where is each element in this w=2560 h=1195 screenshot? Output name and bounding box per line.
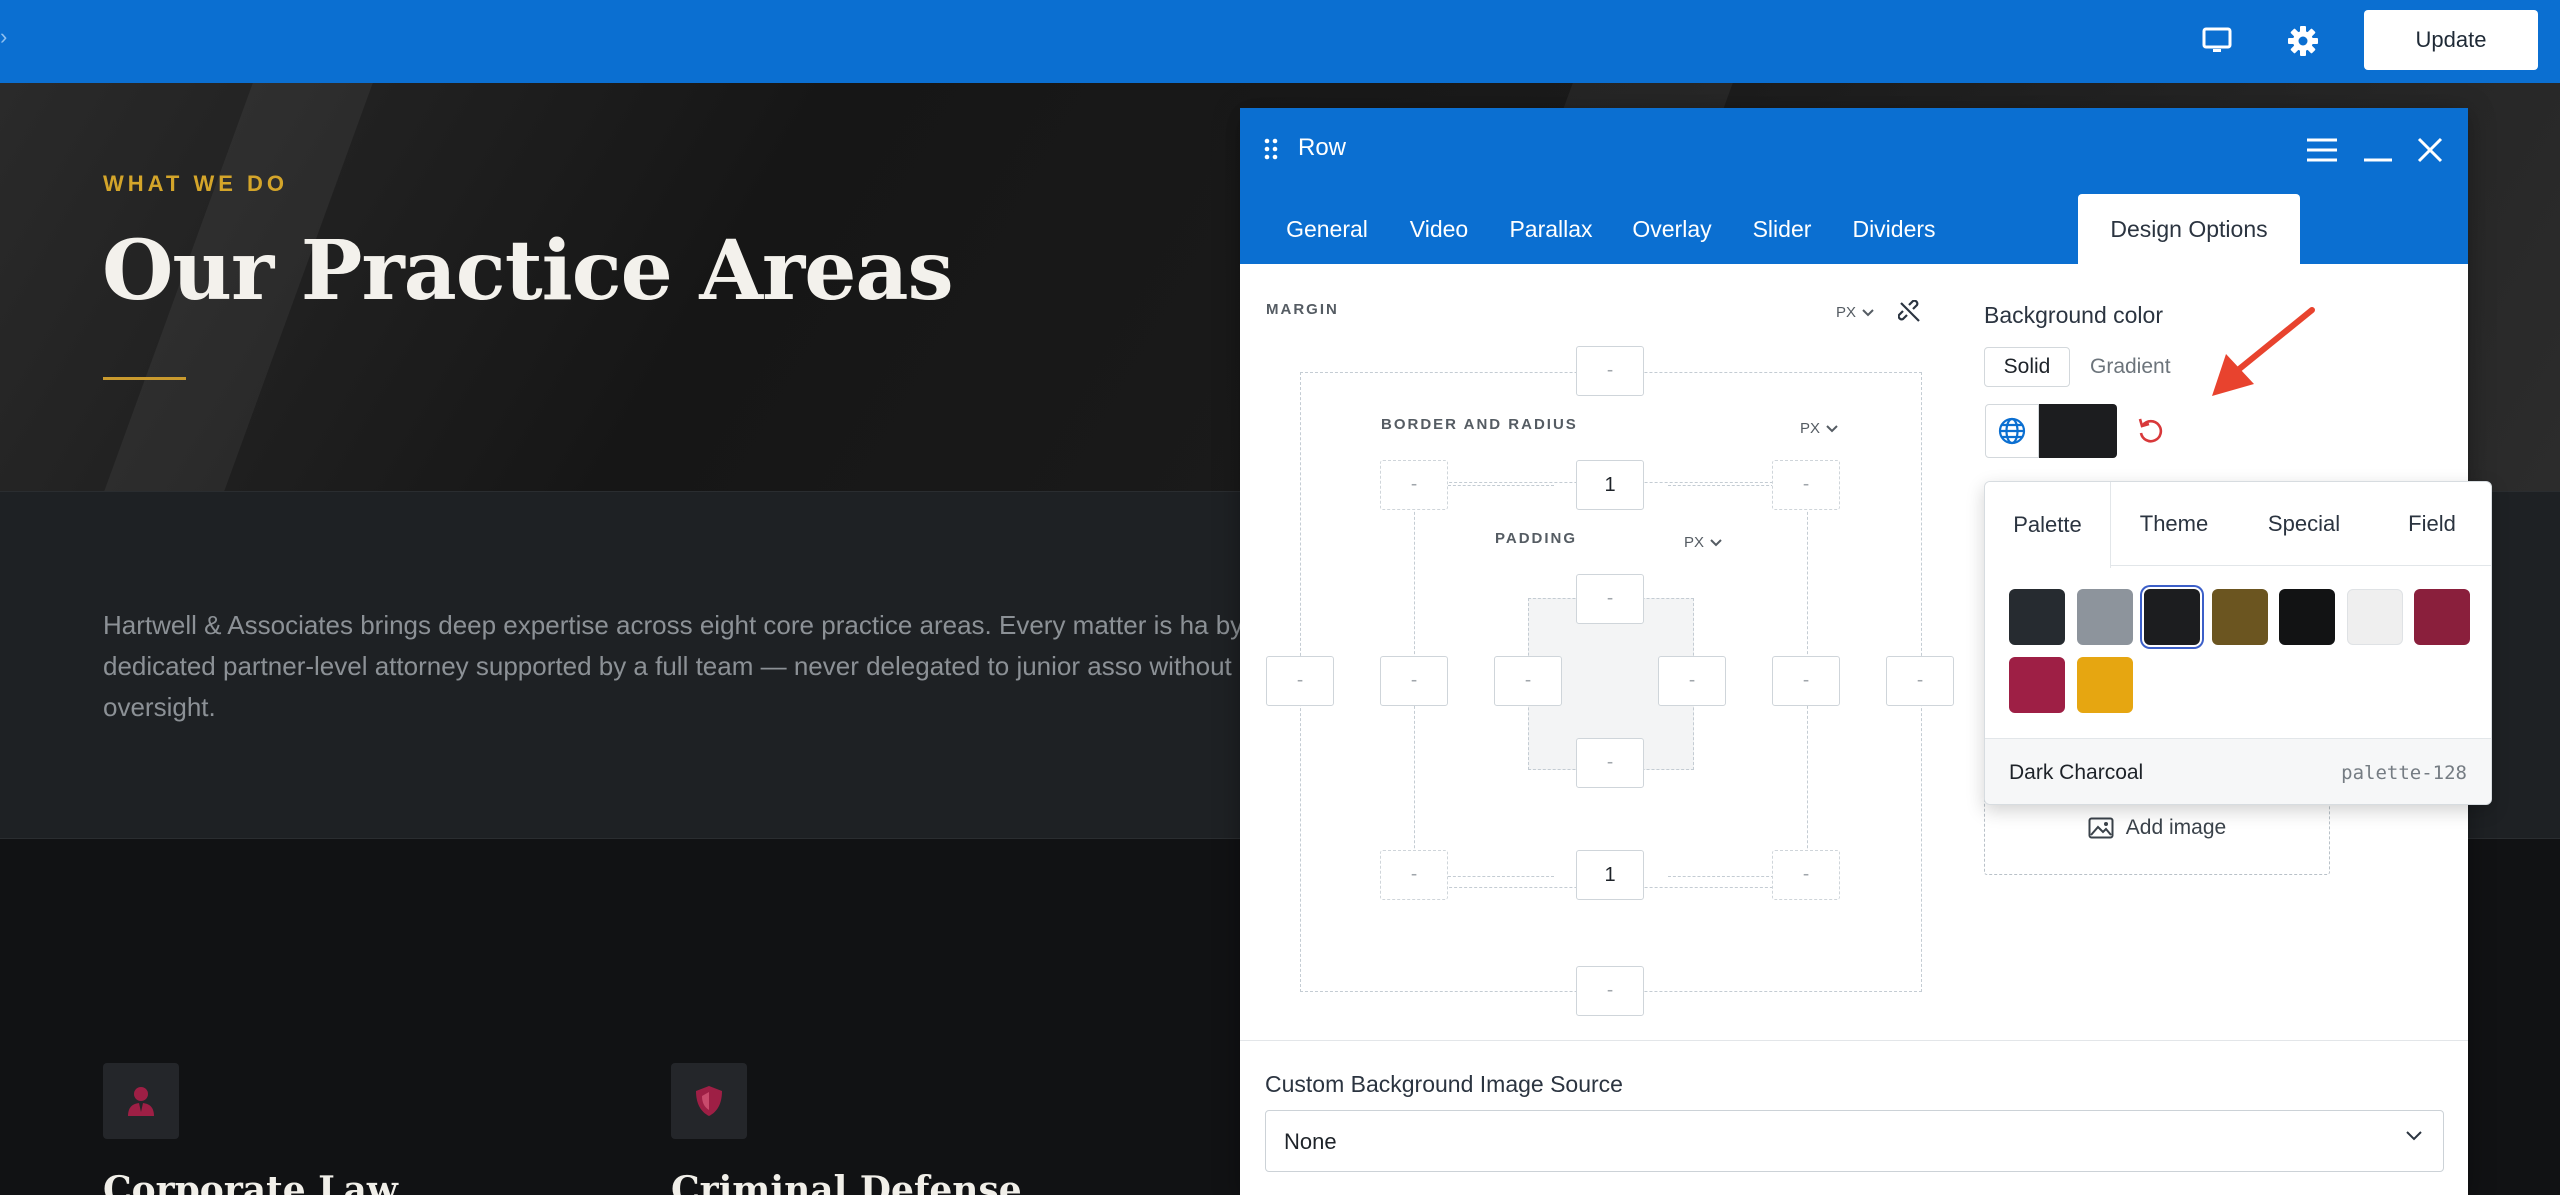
global-color-button[interactable] [1985, 404, 2039, 458]
border-top-input[interactable]: 1 [1576, 460, 1644, 510]
unlink-icon[interactable] [1897, 299, 1922, 329]
tab-theme[interactable]: Theme [2111, 482, 2237, 566]
shield-icon [671, 1063, 747, 1139]
color-swatch[interactable] [2076, 657, 2133, 713]
color-swatch[interactable] [2211, 589, 2268, 645]
padding-unit-select[interactable]: PX [1684, 534, 1722, 551]
radius-top-left-input[interactable]: - [1380, 460, 1448, 510]
color-swatch[interactable] [2144, 589, 2200, 645]
title-underline [103, 377, 186, 380]
desktop-icon[interactable] [2196, 20, 2238, 62]
connector-line [1668, 485, 1774, 486]
tab-dividers[interactable]: Dividers [1838, 194, 1950, 264]
palette-tabs: Palette Theme Special Field [1985, 482, 2491, 568]
margin-bottom-input[interactable]: - [1576, 966, 1644, 1016]
gradient-toggle[interactable]: Gradient [2074, 347, 2187, 387]
padding-top-input[interactable]: - [1576, 574, 1644, 624]
connector-line [1668, 876, 1774, 877]
annotation-arrow-icon [2200, 304, 2320, 409]
divider [1240, 1040, 2468, 1041]
padding-left-input[interactable]: - [1494, 656, 1562, 706]
tab-general[interactable]: General [1268, 194, 1386, 264]
update-button[interactable]: Update [2364, 10, 2538, 70]
margin-left-input[interactable]: - [1266, 656, 1334, 706]
tab-slider[interactable]: Slider [1732, 194, 1832, 264]
section-eyebrow: WHAT WE DO [103, 171, 289, 196]
tab-design-options[interactable]: Design Options [2078, 194, 2300, 264]
tab-parallax[interactable]: Parallax [1492, 194, 1610, 264]
expand-arrow-icon[interactable]: › [0, 24, 7, 50]
padding-right-input[interactable]: - [1658, 656, 1726, 706]
service-title: Criminal Defense [671, 1169, 1022, 1195]
margin-right-input[interactable]: - [1886, 656, 1954, 706]
border-right-input[interactable]: - [1772, 656, 1840, 706]
margin-label: MARGIN [1266, 301, 1339, 318]
connector-line [1448, 876, 1554, 877]
chevron-down-icon [1826, 424, 1838, 432]
color-swatch[interactable] [2009, 589, 2065, 645]
minimize-icon[interactable] [2358, 130, 2398, 170]
color-palette-popover: Palette Theme Special Field Dark Charcoa… [1984, 481, 2492, 805]
select-value: None [1284, 1129, 1337, 1154]
panel-header: Row General Video Parallax Overlay Slide… [1240, 108, 2468, 264]
background-color-label: Background color [1984, 302, 2163, 328]
drag-handle-icon[interactable] [1264, 138, 1278, 165]
border-unit-select[interactable]: PX [1800, 420, 1838, 437]
page-title: Our Practice Areas [102, 223, 954, 319]
color-swatch[interactable] [2346, 589, 2403, 645]
top-toolbar: › Update [0, 0, 2560, 83]
chevron-down-icon [2405, 1129, 2423, 1147]
selected-color-info: Dark Charcoal palette-128 [1985, 738, 2491, 804]
gear-icon[interactable] [2282, 20, 2324, 62]
reset-icon[interactable] [2137, 416, 2165, 451]
custom-bg-source-label: Custom Background Image Source [1265, 1071, 1623, 1097]
unit-value: PX [1800, 420, 1821, 437]
border-left-input[interactable]: - [1380, 656, 1448, 706]
tab-palette[interactable]: Palette [1985, 482, 2111, 568]
menu-icon[interactable] [2302, 130, 2342, 170]
padding-bottom-input[interactable]: - [1576, 738, 1644, 788]
unit-value: PX [1836, 304, 1857, 321]
color-swatch[interactable] [2076, 589, 2133, 645]
service-title: Corporate Law [103, 1169, 398, 1195]
padding-label: PADDING [1495, 530, 1578, 547]
border-bottom-input[interactable]: 1 [1576, 850, 1644, 900]
add-image-label: Add image [2125, 816, 2227, 839]
tab-field[interactable]: Field [2371, 482, 2491, 566]
close-icon[interactable] [2410, 130, 2450, 170]
color-swatch[interactable] [2279, 589, 2335, 645]
attorney-icon [103, 1063, 179, 1139]
unit-value: PX [1684, 534, 1705, 551]
tab-overlay[interactable]: Overlay [1616, 194, 1728, 264]
tab-special[interactable]: Special [2237, 482, 2371, 566]
custom-bg-source-select[interactable]: None [1265, 1110, 2444, 1172]
radius-bottom-right-input[interactable]: - [1772, 850, 1840, 900]
panel-title: Row [1298, 134, 1347, 161]
globe-icon [1998, 417, 2026, 445]
current-color-swatch[interactable] [2039, 404, 2117, 458]
solid-toggle[interactable]: Solid [1984, 347, 2070, 387]
selected-color-slug: palette-128 [2341, 762, 2467, 784]
color-swatch[interactable] [2414, 589, 2470, 645]
tab-video[interactable]: Video [1390, 194, 1488, 264]
image-icon [2088, 817, 2114, 839]
margin-top-input[interactable]: - [1576, 346, 1644, 396]
selected-color-name: Dark Charcoal [2009, 761, 2144, 784]
radius-top-right-input[interactable]: - [1772, 460, 1840, 510]
intro-text: Hartwell & Associates brings deep expert… [103, 610, 1303, 722]
margin-unit-select[interactable]: PX [1836, 304, 1874, 321]
connector-line [1448, 485, 1554, 486]
border-radius-label: BORDER AND RADIUS [1381, 416, 1578, 433]
chevron-down-icon [1710, 538, 1722, 546]
chevron-down-icon [1862, 308, 1874, 316]
color-swatch[interactable] [2009, 657, 2065, 713]
radius-bottom-left-input[interactable]: - [1380, 850, 1448, 900]
